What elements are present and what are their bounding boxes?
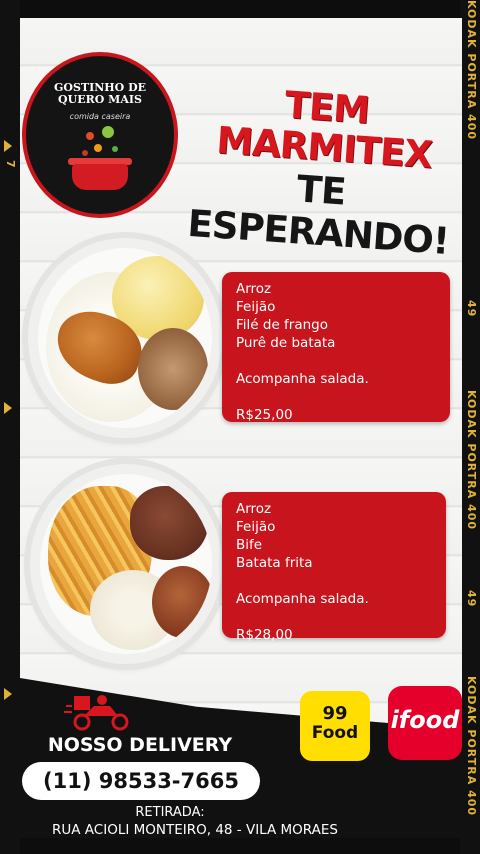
flyer: 7 KODAK PORTRA 400 49 KODAK PORTRA 400 4… <box>0 0 480 854</box>
logo-subtitle: comida caseira <box>69 112 131 121</box>
film-number: 49 <box>465 590 478 608</box>
tomato-icon <box>86 132 94 140</box>
pickup-label: RETIRADA: <box>135 805 205 820</box>
menu-item: Feijão <box>236 519 276 535</box>
ifood-logo-text: ifood <box>390 706 460 734</box>
film-number: 49 <box>465 300 478 318</box>
film-brand-text: KODAK PORTRA 400 <box>465 390 478 531</box>
menu-card-1: Arroz Feijão Filé de frango Purê de bata… <box>222 272 450 423</box>
carrot-icon <box>94 144 102 152</box>
meal-photo-chicken <box>28 238 222 438</box>
delivery-motorcycle-icon <box>64 695 129 731</box>
beans-food <box>152 566 212 638</box>
restaurant-logo: GOSTINHO DE QUERO MAIS comida caseira <box>22 52 178 218</box>
beans-food <box>138 328 208 410</box>
pickup-address: RUA ACIOLI MONTEIRO, 48 - VILA MORAES <box>52 822 338 838</box>
lettuce-icon <box>102 126 114 138</box>
menu-item: Arroz <box>236 501 272 517</box>
pepper-icon <box>82 150 88 156</box>
99food-text: Food <box>311 723 359 743</box>
menu-price: R$25,00 <box>236 407 293 423</box>
menu-price: R$28,00 <box>236 627 293 643</box>
delivery-section: NOSSO DELIVERY (11) 98533-7665 RETIRADA:… <box>20 678 462 838</box>
herb-icon <box>112 146 118 152</box>
film-marker-icon <box>4 140 12 152</box>
menu-note: Acompanha salada. <box>236 371 369 387</box>
menu-item: Feijão <box>236 299 276 315</box>
film-brand-text: KODAK PORTRA 400 <box>465 676 478 817</box>
film-number-left: 7 <box>4 160 17 168</box>
menu-item: Purê de batata <box>236 335 336 351</box>
menu-card-2: Arroz Feijão Bife Batata frita Acompanha… <box>222 492 446 643</box>
99food-app-badge[interactable]: 99 Food <box>300 691 370 761</box>
film-marker-icon <box>4 688 12 700</box>
meal-photo-steak <box>30 464 222 664</box>
logo-title: GOSTINHO DE QUERO MAIS <box>26 82 174 106</box>
plate <box>38 248 212 428</box>
menu-item: Bife <box>236 537 263 553</box>
steak-food <box>130 486 208 560</box>
ifood-app-badge[interactable]: ifood <box>388 686 462 760</box>
headline: TEM MARMITEX TE ESPERANDO! <box>175 78 471 263</box>
menu-note: Acompanha salada. <box>236 591 369 607</box>
menu-item: Batata frita <box>236 555 313 571</box>
menu-item: Arroz <box>236 281 272 297</box>
phone-number[interactable]: (11) 98533-7665 <box>22 762 260 800</box>
film-strip-left <box>0 0 20 854</box>
logo-title-line2: QUERO MAIS <box>58 93 142 106</box>
film-marker-icon <box>4 402 12 414</box>
menu-item: Filé de frango <box>236 317 329 333</box>
delivery-label: NOSSO DELIVERY <box>47 734 233 756</box>
cooking-pot-icon <box>72 164 128 190</box>
99food-number: 99 <box>322 703 348 724</box>
plate <box>40 474 212 654</box>
